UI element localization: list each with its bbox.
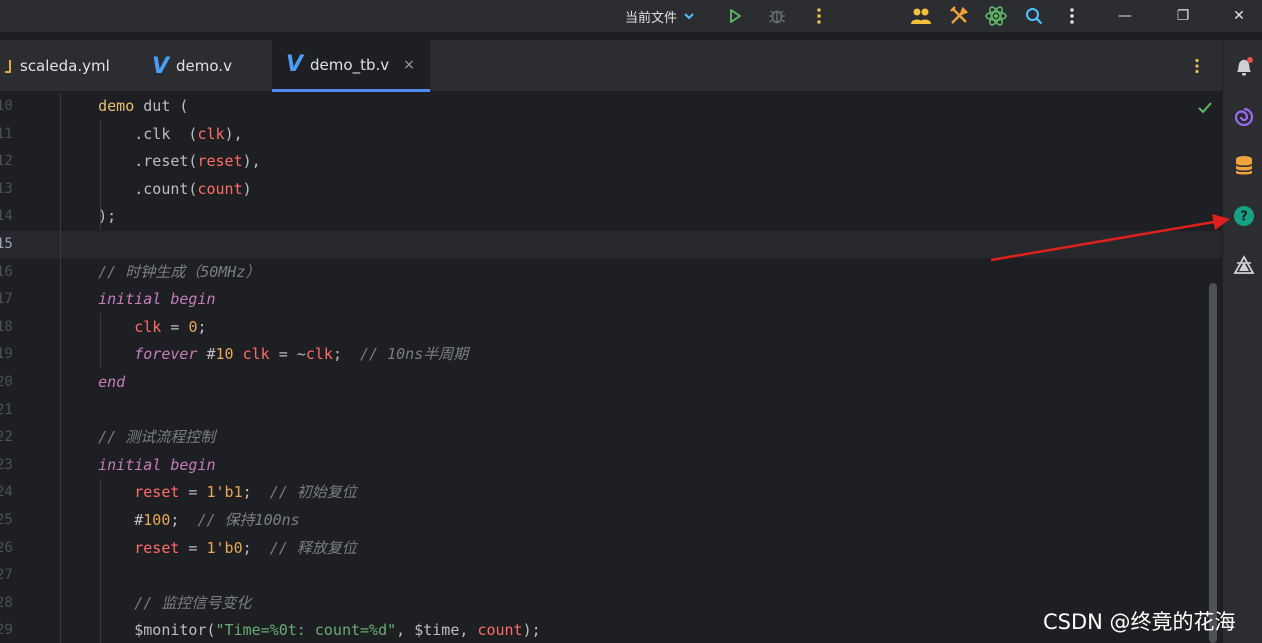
inspection-ok-icon[interactable] — [1196, 99, 1214, 117]
debug-button[interactable] — [764, 0, 790, 32]
yaml-file-icon — [5, 60, 11, 73]
tabs-more-button[interactable] — [1186, 40, 1208, 92]
tab-label: demo.v — [176, 57, 232, 75]
ai-assistant-icon — [1234, 107, 1254, 127]
chevron-down-icon — [684, 13, 694, 20]
verilog-file-icon: V — [286, 52, 303, 77]
ai-assistant-button[interactable] — [1233, 106, 1255, 128]
main-toolbar: 当前文件 — ❐ ✕ — [0, 0, 1262, 32]
code-line: $monitor("Time=%0t: count=%d", $time, co… — [134, 621, 541, 640]
main-menu-more-button[interactable] — [1059, 0, 1085, 32]
svg-text:?: ? — [1240, 210, 1248, 225]
current-line-highlight — [0, 231, 1222, 258]
build-tools-icon — [950, 6, 969, 24]
run-configuration-selector[interactable]: 当前文件 — [612, 0, 708, 32]
code-line: demo dut ( — [98, 97, 189, 115]
restore-window-button[interactable]: ❐ — [1160, 0, 1206, 32]
code-line: #100; // 保持100ns — [134, 511, 300, 529]
notifications-button[interactable] — [1233, 56, 1255, 78]
plugin-icon — [1233, 255, 1255, 274]
more-vertical-icon — [1070, 8, 1074, 24]
line-number: 23 — [0, 456, 13, 473]
search-everywhere-button[interactable] — [1021, 0, 1047, 32]
tab-scaleda-yml[interactable]: scaleda.yml — [0, 40, 140, 92]
indent-guide — [60, 93, 61, 643]
code-line: forever #10 clk = ~clk; // 10ns半周期 — [134, 345, 469, 364]
notifications-icon — [1237, 57, 1253, 76]
line-number: 26 — [0, 539, 13, 556]
line-number: 17 — [0, 291, 13, 308]
minimize-window-button[interactable]: — — [1102, 0, 1148, 32]
line-number: 12 — [0, 153, 13, 170]
atom-tool-button[interactable] — [983, 0, 1009, 32]
vertical-scrollbar[interactable] — [1209, 283, 1217, 643]
code-line: ); — [98, 207, 117, 226]
line-number: 10 — [0, 98, 13, 114]
code-line: // 时钟生成（50MHz） — [98, 262, 261, 281]
line-number: 21 — [0, 401, 13, 418]
line-number: 28 — [0, 594, 13, 611]
line-number: 24 — [0, 484, 13, 501]
line-number: 20 — [0, 374, 13, 390]
code-line: reset = 1'b0; // 释放复位 — [134, 538, 357, 557]
close-tab-icon[interactable]: × — [403, 57, 415, 73]
line-number: 25 — [0, 512, 13, 528]
code-line: // 测试流程控制 — [98, 428, 216, 447]
run-button[interactable] — [722, 0, 748, 32]
more-vertical-icon — [1195, 58, 1199, 74]
help-icon: ? — [1234, 206, 1254, 226]
tab-demo-v[interactable]: V demo.v — [150, 40, 270, 92]
code-with-me-button[interactable] — [908, 0, 934, 32]
verilog-file-icon: V — [152, 53, 169, 79]
tab-label: scaleda.yml — [20, 57, 110, 75]
database-icon — [1235, 156, 1253, 175]
line-number: 19 — [0, 346, 13, 363]
run-configuration-label: 当前文件 — [624, 10, 677, 26]
run-icon — [730, 9, 741, 23]
tab-label: demo_tb.v — [310, 55, 390, 74]
help-button[interactable]: ? — [1233, 205, 1255, 227]
run-more-button[interactable] — [806, 0, 832, 32]
code-line: initial begin — [98, 455, 216, 474]
code-line: .clk (clk), — [134, 124, 243, 143]
build-tools-button[interactable] — [946, 0, 972, 32]
line-number-current: 15 — [0, 236, 13, 252]
watermark: CSDN @终竟的花海 — [1043, 610, 1236, 634]
more-vertical-icon — [817, 8, 821, 24]
code-line: initial begin — [98, 290, 216, 309]
code-editor[interactable]: 10 11 12 13 14 15 16 17 18 19 20 21 22 2… — [0, 93, 1222, 643]
line-number: 22 — [0, 429, 13, 446]
tab-demo-tb-v[interactable]: V demo_tb.v × — [272, 40, 430, 92]
debug-icon — [769, 10, 785, 24]
line-number: 11 — [0, 125, 13, 142]
collaboration-icon — [911, 8, 931, 24]
right-tool-window-bar: ? — [1222, 40, 1262, 643]
search-icon — [1026, 8, 1043, 25]
code-line: // 监控信号变化 — [134, 593, 252, 612]
editor-tab-bar: scaleda.yml V demo.v V demo_tb.v × — [0, 40, 1222, 92]
code-line: .reset(reset), — [134, 152, 261, 171]
line-number-gutter: 10 11 12 13 14 15 16 17 18 19 20 21 22 2… — [0, 93, 60, 643]
code-line: reset = 1'b1; // 初始复位 — [134, 483, 357, 502]
code-line: .count(count) — [134, 179, 252, 198]
code-line: end — [98, 373, 126, 391]
line-number: 13 — [0, 180, 13, 197]
line-number: 27 — [0, 567, 13, 584]
line-number: 14 — [0, 208, 13, 225]
close-window-button[interactable]: ✕ — [1216, 0, 1262, 32]
code-line: clk = 0; — [134, 317, 207, 336]
line-number: 18 — [0, 318, 13, 335]
plugin-tool-button[interactable] — [1233, 255, 1255, 277]
line-number: 16 — [0, 263, 13, 280]
line-number: 29 — [0, 622, 13, 639]
atom-icon — [985, 6, 1007, 26]
database-button[interactable] — [1233, 155, 1255, 177]
